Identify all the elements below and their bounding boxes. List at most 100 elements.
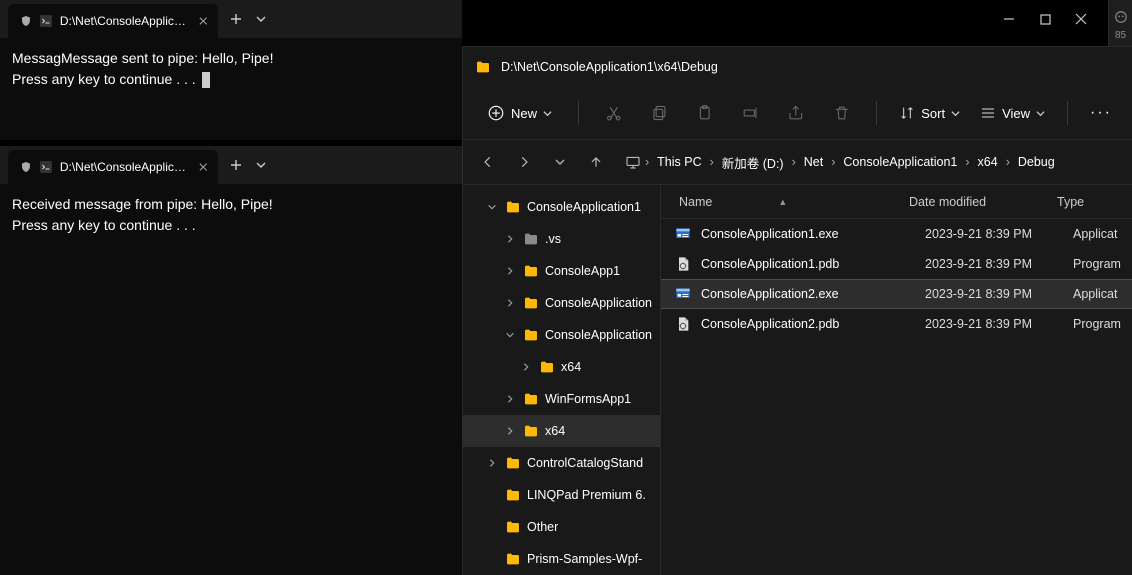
tree-item[interactable]: LINQPad Premium 6. xyxy=(463,479,660,511)
chevron-right-icon[interactable] xyxy=(519,362,533,372)
folder-icon xyxy=(523,231,539,247)
forward-button[interactable] xyxy=(509,155,539,169)
tree-item[interactable]: x64 xyxy=(463,415,660,447)
explorer-navbar: › This PC › 新加卷 (D:) › Net › ConsoleAppl… xyxy=(463,139,1132,185)
new-button[interactable]: New xyxy=(477,98,562,128)
folder-icon xyxy=(475,59,491,75)
crumb-x64[interactable]: x64 xyxy=(974,153,1002,171)
terminal-window-2: D:\Net\ConsoleApplication1\ Received mes… xyxy=(0,146,462,575)
tree-item[interactable]: x64 xyxy=(463,351,660,383)
share-icon[interactable] xyxy=(787,104,805,122)
tree-item[interactable]: ControlCatalogStand xyxy=(463,447,660,479)
chevron-down-icon xyxy=(1036,109,1045,118)
shield-icon xyxy=(20,14,32,28)
shield-icon xyxy=(20,160,32,174)
folder-icon xyxy=(523,391,539,407)
chevron-right-icon[interactable] xyxy=(503,234,517,244)
terminal2-output: Received message from pipe: Hello, Pipe!… xyxy=(0,184,462,246)
folder-icon xyxy=(539,359,555,375)
copilot-icon[interactable] xyxy=(1114,10,1128,24)
folder-tree[interactable]: ConsoleApplication1.vsConsoleApp1Console… xyxy=(463,185,661,575)
chevron-right-icon: › xyxy=(645,155,649,169)
new-tab-icon[interactable] xyxy=(230,13,242,25)
tree-item[interactable]: .vs xyxy=(463,223,660,255)
close-icon[interactable] xyxy=(199,162,208,172)
file-row[interactable]: ConsoleApplication2.exe2023-9-21 8:39 PM… xyxy=(661,279,1132,309)
cursor xyxy=(202,72,210,88)
terminal1-output: MessagMessage sent to pipe: Hello, Pipe!… xyxy=(0,38,462,100)
paste-icon[interactable] xyxy=(696,104,714,122)
sort-button[interactable]: Sort xyxy=(893,101,966,125)
chevron-right-icon[interactable] xyxy=(503,298,517,308)
tree-item[interactable]: ConsoleApp1 xyxy=(463,255,660,287)
tree-item[interactable]: ConsoleApplication xyxy=(463,287,660,319)
chevron-down-icon[interactable] xyxy=(485,202,499,212)
crumb-debug[interactable]: Debug xyxy=(1014,153,1059,171)
rename-icon[interactable] xyxy=(742,104,760,122)
file-row[interactable]: ConsoleApplication1.pdb2023-9-21 8:39 PM… xyxy=(661,249,1132,279)
folder-icon xyxy=(523,327,539,343)
crumb-this-pc[interactable]: This PC xyxy=(653,153,705,171)
back-button[interactable] xyxy=(473,155,503,169)
copy-icon[interactable] xyxy=(651,104,669,122)
folder-icon xyxy=(523,263,539,279)
folder-icon xyxy=(505,199,521,215)
crumb-app[interactable]: ConsoleApplication1 xyxy=(839,153,961,171)
folder-icon xyxy=(505,519,521,535)
chevron-down-icon[interactable] xyxy=(503,330,517,340)
tree-item[interactable]: ConsoleApplication xyxy=(463,319,660,351)
file-explorer-window: D:\Net\ConsoleApplication1\x64\Debug New… xyxy=(462,46,1132,575)
chevron-down-icon xyxy=(951,109,960,118)
chevron-down-icon[interactable] xyxy=(256,160,266,170)
explorer-toolbar: New Sort View ··· xyxy=(463,87,1132,139)
view-icon xyxy=(980,105,996,121)
explorer-titlebar[interactable]: D:\Net\ConsoleApplication1\x64\Debug xyxy=(463,47,1132,87)
terminal-window-1: D:\Net\ConsoleApplication1\ MessagMessag… xyxy=(0,0,462,140)
plus-circle-icon xyxy=(487,104,505,122)
terminal2-tab[interactable]: D:\Net\ConsoleApplication1\ xyxy=(8,150,218,184)
terminal1-titlebar[interactable]: D:\Net\ConsoleApplication1\ xyxy=(0,0,462,38)
explorer-title-path: D:\Net\ConsoleApplication1\x64\Debug xyxy=(501,60,718,74)
tree-item[interactable]: Prism-Samples-Wpf- xyxy=(463,543,660,575)
chevron-down-icon xyxy=(543,109,552,118)
tree-item[interactable]: ConsoleApplication1 xyxy=(463,191,660,223)
chevron-down-icon[interactable] xyxy=(256,14,266,24)
maximize-button[interactable] xyxy=(1038,12,1052,26)
window-controls xyxy=(988,0,1102,38)
file-row[interactable]: ConsoleApplication2.pdb2023-9-21 8:39 PM… xyxy=(661,309,1132,339)
crumb-net[interactable]: Net xyxy=(800,153,827,171)
chevron-right-icon[interactable] xyxy=(503,266,517,276)
up-button[interactable] xyxy=(581,155,611,169)
file-row[interactable]: ConsoleApplication1.exe2023-9-21 8:39 PM… xyxy=(661,219,1132,249)
breadcrumb[interactable]: › This PC › 新加卷 (D:) › Net › ConsoleAppl… xyxy=(617,147,1067,178)
close-icon[interactable] xyxy=(199,16,208,26)
view-button[interactable]: View xyxy=(974,101,1051,125)
cmd-icon xyxy=(40,14,52,28)
close-button[interactable] xyxy=(1074,12,1088,26)
cmd-icon xyxy=(40,160,52,174)
folder-icon xyxy=(505,455,521,471)
terminal1-tab[interactable]: D:\Net\ConsoleApplication1\ xyxy=(8,4,218,38)
chevron-right-icon[interactable] xyxy=(503,426,517,436)
file-list: Name ▲ Date modified Type ConsoleApplica… xyxy=(661,185,1132,575)
cut-icon[interactable] xyxy=(605,104,623,122)
crumb-drive[interactable]: 新加卷 (D:) xyxy=(718,151,788,174)
delete-icon[interactable] xyxy=(833,104,851,122)
terminal2-titlebar[interactable]: D:\Net\ConsoleApplication1\ xyxy=(0,146,462,184)
folder-icon xyxy=(505,551,521,567)
tree-item[interactable]: WinFormsApp1 xyxy=(463,383,660,415)
terminal2-tab-title: D:\Net\ConsoleApplication1\ xyxy=(60,160,188,174)
sort-asc-icon: ▲ xyxy=(778,197,787,207)
chevron-right-icon[interactable] xyxy=(503,394,517,404)
minimize-button[interactable] xyxy=(1002,12,1016,26)
new-tab-icon[interactable] xyxy=(230,159,242,171)
terminal1-tab-title: D:\Net\ConsoleApplication1\ xyxy=(60,14,188,28)
exe-icon xyxy=(675,286,691,302)
recent-button[interactable] xyxy=(545,157,575,167)
more-button[interactable]: ··· xyxy=(1084,100,1118,126)
file-list-header[interactable]: Name ▲ Date modified Type xyxy=(661,185,1132,219)
folder-icon xyxy=(505,487,521,503)
chevron-right-icon[interactable] xyxy=(485,458,499,468)
pc-icon xyxy=(625,154,641,170)
tree-item[interactable]: Other xyxy=(463,511,660,543)
